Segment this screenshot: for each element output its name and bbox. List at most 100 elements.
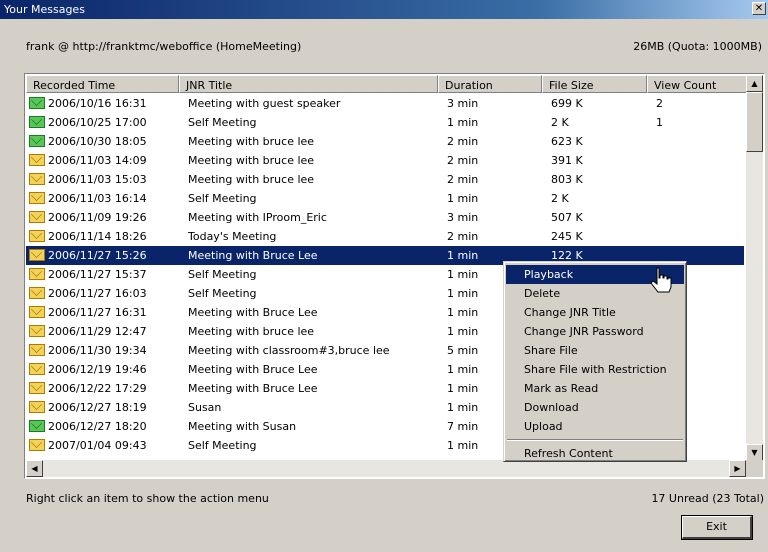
column-header-file-size[interactable]: File Size — [542, 75, 647, 93]
hint-text: Right click an item to show the action m… — [26, 492, 269, 505]
cell-jnr-title: Meeting with Susan — [188, 420, 297, 433]
cell-duration: 1 min — [447, 439, 479, 452]
cell-file-size: 245 K — [551, 230, 583, 243]
scroll-left-icon[interactable]: ◀ — [26, 460, 43, 477]
cell-duration: 1 min — [447, 116, 479, 129]
menu-item-mark-as-read[interactable]: Mark as Read — [506, 379, 684, 398]
cell-file-size: 507 K — [551, 211, 583, 224]
table-row[interactable]: 2006/11/14 18:26 Today's Meeting 2 min 245 … — [26, 227, 744, 246]
scroll-up-icon[interactable]: ▲ — [746, 75, 763, 92]
cell-file-size: 699 K — [551, 97, 583, 110]
cell-duration: 2 min — [447, 135, 479, 148]
cell-jnr-title: Meeting with Bruce Lee — [188, 306, 318, 319]
envelope-closed-icon — [29, 154, 45, 166]
cell-recorded-time: 2006/12/22 17:29 — [48, 382, 147, 395]
cell-view-count: 2 — [656, 97, 663, 110]
envelope-closed-icon — [29, 306, 45, 318]
cell-duration: 1 min — [447, 306, 479, 319]
cell-file-size: 2 K — [551, 192, 569, 205]
envelope-closed-icon — [29, 344, 45, 356]
vertical-scrollbar[interactable]: ▲ ▼ — [746, 75, 763, 461]
cell-jnr-title: Meeting with guest speaker — [188, 97, 341, 110]
quota-label: 26MB (Quota: 1000MB) — [633, 40, 762, 53]
cell-duration: 1 min — [447, 287, 479, 300]
cell-duration: 2 min — [447, 230, 479, 243]
table-row[interactable]: 2006/11/03 16:14 Self Meeting 1 min 2 K — [26, 189, 744, 208]
envelope-closed-icon — [29, 401, 45, 413]
hand-cursor-icon — [650, 267, 672, 293]
cell-recorded-time: 2006/11/14 18:26 — [48, 230, 147, 243]
close-icon[interactable]: ✕ — [752, 2, 766, 15]
cell-recorded-time: 2007/01/04 09:43 — [48, 439, 147, 452]
menu-item-upload[interactable]: Upload — [506, 417, 684, 436]
envelope-closed-icon — [29, 192, 45, 204]
menu-item-refresh-content[interactable]: Refresh Content — [506, 444, 684, 463]
envelope-closed-icon — [29, 173, 45, 185]
table-row[interactable]: 2006/11/09 19:26 Meeting with IProom_Eric… — [26, 208, 744, 227]
account-label: frank @ http://franktmc/weboffice (HomeM… — [26, 40, 302, 53]
envelope-closed-icon — [29, 249, 45, 261]
column-header-recorded-time[interactable]: Recorded Time — [26, 75, 179, 93]
cell-duration: 1 min — [447, 401, 479, 414]
envelope-closed-icon — [29, 363, 45, 375]
scroll-thumb[interactable] — [746, 92, 763, 152]
cell-duration: 1 min — [447, 268, 479, 281]
cell-recorded-time: 2006/11/27 15:26 — [48, 249, 147, 262]
cell-recorded-time: 2006/12/27 18:19 — [48, 401, 147, 414]
menu-item-share-file-with-restriction[interactable]: Share File with Restriction — [506, 360, 684, 379]
scroll-right-icon[interactable]: ▶ — [729, 460, 746, 477]
column-header-view-count[interactable]: View Count — [647, 75, 747, 93]
envelope-closed-icon — [29, 287, 45, 299]
envelope-open-icon — [29, 116, 45, 128]
cell-jnr-title: Self Meeting — [188, 268, 257, 281]
table-row[interactable]: 2006/11/03 15:03 Meeting with bruce lee 2 … — [26, 170, 744, 189]
cell-jnr-title: Self Meeting — [188, 192, 257, 205]
cell-duration: 7 min — [447, 420, 479, 433]
cell-recorded-time: 2006/11/27 16:03 — [48, 287, 147, 300]
cell-jnr-title: Meeting with bruce lee — [188, 135, 315, 148]
cell-duration: 3 min — [447, 211, 479, 224]
cell-duration: 1 min — [447, 249, 479, 262]
cell-jnr-title: Meeting with bruce lee — [188, 325, 315, 338]
cell-jnr-title: Meeting with bruce lee — [188, 154, 315, 167]
cell-duration: 1 min — [447, 325, 479, 338]
table-row[interactable]: 2006/10/30 18:05 Meeting with bruce lee 2 … — [26, 132, 744, 151]
cell-jnr-title: Self Meeting — [188, 287, 257, 300]
scroll-corner — [746, 460, 763, 477]
cell-duration: 2 min — [447, 173, 479, 186]
menu-separator — [507, 439, 683, 441]
cell-jnr-title: Meeting with classroom#3,bruce lee — [188, 344, 390, 357]
cell-recorded-time: 2006/10/25 17:00 — [48, 116, 147, 129]
cell-jnr-title: Susan — [188, 401, 222, 414]
cell-recorded-time: 2006/11/30 19:34 — [48, 344, 147, 357]
envelope-open-icon — [29, 135, 45, 147]
cell-jnr-title: Meeting with Bruce Lee — [188, 382, 318, 395]
table-row[interactable]: 2006/10/16 16:31 Meeting with guest speak… — [26, 94, 744, 113]
menu-item-change-jnr-password[interactable]: Change JNR Password — [506, 322, 684, 341]
cell-duration: 1 min — [447, 363, 479, 376]
table-row[interactable]: 2006/10/25 17:00 Self Meeting 1 min 2 K 1 — [26, 113, 744, 132]
column-header-duration[interactable]: Duration — [438, 75, 542, 93]
cell-recorded-time: 2006/12/19 19:46 — [48, 363, 147, 376]
envelope-open-icon — [29, 420, 45, 432]
scroll-down-icon[interactable]: ▼ — [746, 444, 763, 461]
menu-item-change-jnr-title[interactable]: Change JNR Title — [506, 303, 684, 322]
table-row[interactable]: 2006/11/03 14:09 Meeting with bruce lee 2 … — [26, 151, 744, 170]
cell-jnr-title: Meeting with bruce lee — [188, 173, 315, 186]
cell-file-size: 623 K — [551, 135, 583, 148]
cell-jnr-title: Self Meeting — [188, 116, 257, 129]
menu-item-share-file[interactable]: Share File — [506, 341, 684, 360]
menu-item-download[interactable]: Download — [506, 398, 684, 417]
cell-jnr-title: Meeting with IProom_Eric — [188, 211, 327, 224]
window-title: Your Messages — [4, 3, 85, 16]
cell-jnr-title: Today's Meeting — [188, 230, 277, 243]
envelope-closed-icon — [29, 211, 45, 223]
cell-recorded-time: 2006/11/03 14:09 — [48, 154, 147, 167]
cell-recorded-time: 2006/11/27 16:31 — [48, 306, 147, 319]
column-header-jnr-title[interactable]: JNR Title — [179, 75, 438, 93]
exit-button[interactable]: Exit — [681, 515, 753, 540]
cell-duration: 1 min — [447, 192, 479, 205]
cell-view-count: 1 — [656, 116, 663, 129]
cell-duration: 3 min — [447, 97, 479, 110]
cell-recorded-time: 2006/10/16 16:31 — [48, 97, 147, 110]
